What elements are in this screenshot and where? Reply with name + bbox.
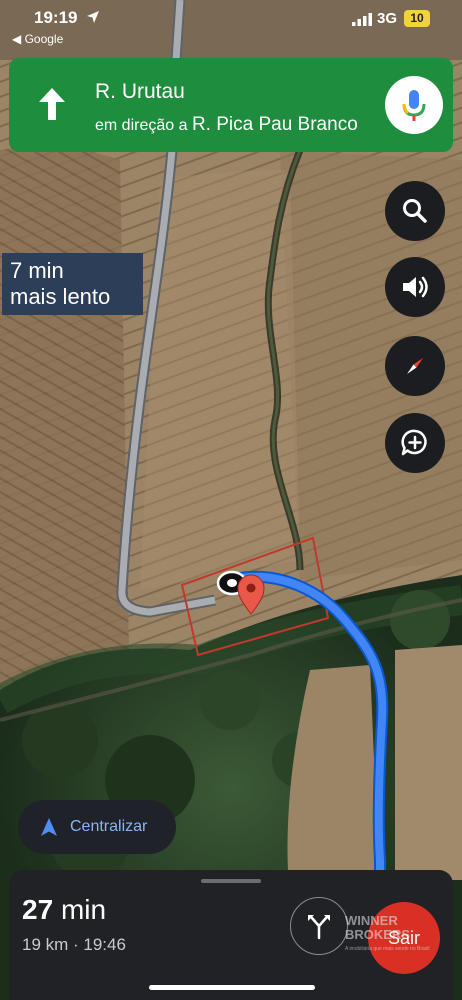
route-split-icon: [308, 915, 330, 940]
navigation-arrow-icon: [41, 818, 57, 836]
search-icon: [403, 199, 427, 223]
toward-prefix: em direção a: [95, 117, 188, 134]
toward-text: em direção a R. Pica Pau Branco: [95, 114, 358, 136]
status-bar: 19:19 ◀ Google 3G 10: [0, 0, 462, 50]
recenter-button[interactable]: Centralizar: [18, 800, 176, 854]
microphone-icon: [402, 90, 426, 121]
eta-unit: min: [60, 894, 107, 925]
sound-button[interactable]: [385, 257, 445, 317]
location-arrow-icon: [87, 11, 99, 23]
eta-minutes: 27: [22, 894, 54, 925]
drag-handle[interactable]: [201, 879, 261, 883]
toward-street: R. Pica Pau Branco: [191, 114, 358, 135]
alternate-routes-button[interactable]: [290, 897, 348, 955]
trip-summary-sheet[interactable]: 27 min 19 km · 19:46 Sair WINNER BROKERS…: [9, 870, 453, 1000]
network-type: 3G: [377, 10, 398, 27]
alternate-route-time: 7 min: [10, 258, 64, 283]
search-button[interactable]: [385, 181, 445, 241]
compass-button[interactable]: [385, 336, 445, 396]
recenter-label: Centralizar: [70, 818, 148, 835]
speaker-icon: [403, 276, 428, 298]
compass-icon: [407, 358, 423, 374]
back-to-app-link[interactable]: ◀ Google: [12, 32, 63, 46]
watermark-line2: BROKERS: [345, 927, 411, 942]
alternate-route-desc: mais lento: [10, 284, 111, 309]
watermark-line1: WINNER: [345, 913, 398, 928]
home-indicator[interactable]: [149, 985, 315, 990]
battery-indicator: 10: [404, 10, 430, 27]
add-report-button[interactable]: [385, 413, 445, 473]
clock-time: 19:19: [34, 8, 78, 27]
alternate-route-label[interactable]: 7 min mais lento: [2, 253, 143, 315]
watermark-logo: WINNER BROKERS A imobiliária que mais ve…: [345, 914, 445, 956]
current-street: R. Urutau: [95, 80, 185, 103]
voice-search-button[interactable]: [385, 76, 443, 134]
signal-bars-icon: [352, 13, 372, 26]
straight-arrow-icon: [39, 88, 65, 120]
watermark-tagline: A imobiliária que mais vende no Brasil: [345, 946, 430, 952]
add-report-icon: [401, 429, 427, 456]
direction-banner[interactable]: R. Urutau em direção a R. Pica Pau Branc…: [9, 58, 453, 152]
eta-duration: 27 min: [22, 894, 106, 926]
distance-arrival: 19 km · 19:46: [22, 935, 126, 954]
